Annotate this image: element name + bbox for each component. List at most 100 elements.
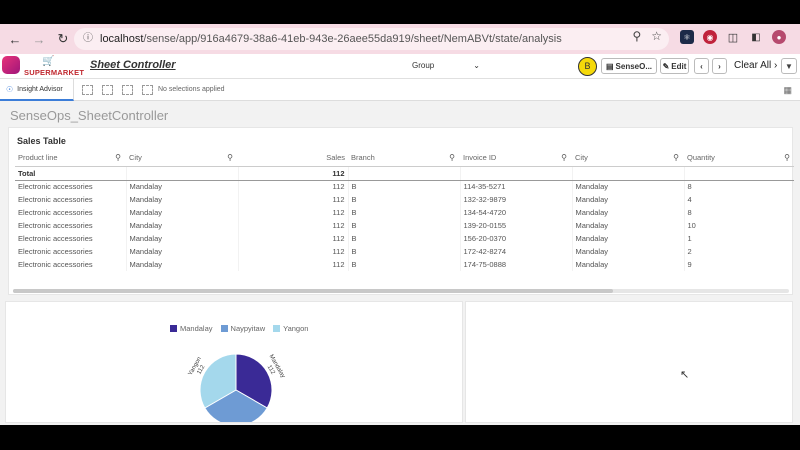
search-icon[interactable]: ⚲ (673, 153, 679, 162)
address-bar[interactable]: ⓘ localhost/sense/app/916a4679-38a6-41eb… (74, 28, 669, 50)
smart-search-icon[interactable] (82, 85, 93, 95)
table-cell[interactable]: Mandalay (572, 232, 685, 245)
table-cell[interactable]: 112 (238, 180, 349, 193)
table-cell[interactable]: Mandalay (126, 180, 239, 193)
table-cell[interactable]: Electronic accessories (15, 219, 127, 232)
table-row[interactable]: Electronic accessories Mandalay 112 B 172-42… (15, 245, 794, 258)
extension-react-icon[interactable]: ⚛ (680, 30, 694, 44)
filter-icon[interactable]: ▼ (781, 58, 797, 74)
pie-chart[interactable]: Mandalay112Naypyitaw112Yangon112 (6, 302, 463, 423)
selection-forward-icon[interactable] (122, 85, 133, 95)
bookmark-star-icon[interactable]: ☆ (651, 29, 662, 43)
site-info-icon[interactable]: ⓘ (82, 33, 94, 45)
table-cell[interactable]: 112 (238, 219, 349, 232)
scrollbar-thumb[interactable] (13, 289, 613, 293)
table-cell[interactable]: 4 (684, 193, 794, 206)
back-arrow-icon[interactable]: ← (6, 30, 24, 48)
table-cell[interactable]: 112 (238, 193, 349, 206)
table-cell[interactable]: Mandalay (572, 219, 685, 232)
extensions-puzzle-icon[interactable]: ◫ (726, 30, 740, 44)
column-header-product-line[interactable]: Product line ⚲ (15, 150, 126, 167)
table-cell[interactable]: Mandalay (126, 206, 239, 219)
column-header-branch[interactable]: Branch ⚲ (348, 150, 460, 167)
table-cell[interactable]: 112 (238, 206, 349, 219)
table-cell[interactable]: 172-42-8274 (460, 245, 573, 258)
table-cell[interactable]: Electronic accessories (15, 206, 127, 219)
selection-back-icon[interactable] (102, 85, 113, 95)
table-cell[interactable]: Mandalay (572, 206, 685, 219)
table-cell[interactable]: Electronic accessories (15, 180, 127, 193)
column-header-sales[interactable]: Sales (238, 150, 348, 167)
search-icon[interactable]: ⚲ (561, 153, 567, 162)
insight-advisor-button[interactable]: ☉ Insight Advisor (0, 79, 74, 101)
table-cell[interactable]: Electronic accessories (15, 245, 127, 258)
table-cell[interactable]: 134-54-4720 (460, 206, 573, 219)
search-icon[interactable]: ⚲ (115, 153, 121, 162)
table-cell[interactable]: Mandalay (572, 245, 685, 258)
table-cell[interactable]: Mandalay (572, 258, 685, 271)
table-cell[interactable]: 8 (684, 180, 794, 193)
table-cell[interactable]: B (348, 206, 461, 219)
zoom-icon[interactable]: ⚲ (632, 29, 641, 43)
table-cell[interactable]: B (348, 193, 461, 206)
horizontal-scrollbar[interactable] (13, 289, 789, 293)
table-cell[interactable]: 112 (238, 258, 349, 271)
table-cell[interactable]: 132-32-9879 (460, 193, 573, 206)
table-cell[interactable]: 174-75-0888 (460, 258, 573, 271)
table-cell[interactable]: Mandalay (572, 193, 685, 206)
edit-button[interactable]: ✎ Edit (660, 58, 689, 74)
table-cell[interactable]: Mandalay (572, 180, 685, 193)
table-cell[interactable]: 112 (238, 232, 349, 245)
table-cell[interactable]: 8 (684, 206, 794, 219)
table-row[interactable]: Electronic accessories Mandalay 112 B 139-20… (15, 219, 794, 232)
senseops-button[interactable]: ▤ SenseO... (601, 58, 657, 74)
forward-arrow-icon[interactable]: → (30, 30, 48, 48)
table-cell[interactable]: 156-20-0370 (460, 232, 573, 245)
grid-view-icon[interactable]: ▦ (783, 85, 792, 96)
table-row[interactable]: Electronic accessories Mandalay 112 B 134-54… (15, 206, 794, 219)
table-cell[interactable]: B (348, 258, 461, 271)
table-cell[interactable]: Electronic accessories (15, 193, 127, 206)
table-cell[interactable]: 139-20-0155 (460, 219, 573, 232)
extension-red-icon[interactable]: ◉ (703, 30, 717, 44)
column-header-quantity[interactable]: Quantity ⚲ (684, 150, 794, 167)
column-header-city-2[interactable]: City ⚲ (572, 150, 684, 167)
table-row[interactable]: Electronic accessories Mandalay 112 B 174-75… (15, 258, 794, 271)
sheet-title[interactable]: Sheet Controller (90, 59, 176, 71)
supermarket-logo[interactable]: 🛒 SUPERMARKET (2, 56, 84, 77)
table-cell[interactable]: 112 (238, 245, 349, 258)
table-cell[interactable]: Electronic accessories (15, 258, 127, 271)
search-icon[interactable]: ⚲ (784, 153, 790, 162)
table-cell[interactable]: 114-35-5271 (460, 180, 573, 193)
table-cell[interactable]: Electronic accessories (15, 232, 127, 245)
table-cell[interactable]: 10 (684, 219, 794, 232)
more-menu-icon[interactable]: ⋮ (795, 30, 800, 44)
clear-all-button[interactable]: Clear All › (734, 60, 777, 71)
search-icon[interactable]: ⚲ (449, 153, 455, 162)
table-cell[interactable]: B (348, 245, 461, 258)
table-cell[interactable]: B (348, 232, 461, 245)
table-cell[interactable]: Mandalay (126, 219, 239, 232)
next-sheet-button[interactable]: › (712, 58, 727, 74)
table-row[interactable]: Electronic accessories Mandalay 112 B 156-20… (15, 232, 794, 245)
table-cell[interactable]: 9 (684, 258, 794, 271)
table-cell[interactable]: B (348, 180, 461, 193)
table-cell[interactable]: Mandalay (126, 232, 239, 245)
table-row[interactable]: Electronic accessories Mandalay 112 B 114-35… (15, 180, 794, 193)
table-cell[interactable]: B (348, 219, 461, 232)
search-icon[interactable]: ⚲ (227, 153, 233, 162)
group-dropdown[interactable]: Group ⌄ (412, 61, 480, 70)
previous-sheet-button[interactable]: ‹ (694, 58, 709, 74)
clear-selection-icon[interactable] (142, 85, 153, 95)
column-header-invoice-id[interactable]: Invoice ID ⚲ (460, 150, 572, 167)
table-cell[interactable]: 1 (684, 232, 794, 245)
table-cell[interactable]: 2 (684, 245, 794, 258)
sidebar-panel-icon[interactable]: ◧ (749, 30, 763, 44)
table-cell[interactable]: Mandalay (126, 258, 239, 271)
reload-icon[interactable]: ↻ (54, 30, 72, 48)
user-badge[interactable]: B (578, 57, 597, 76)
table-cell[interactable]: Mandalay (126, 245, 239, 258)
table-cell[interactable]: Mandalay (126, 193, 239, 206)
profile-avatar-icon[interactable]: ● (772, 30, 786, 44)
column-header-city[interactable]: City ⚲ (126, 150, 238, 167)
